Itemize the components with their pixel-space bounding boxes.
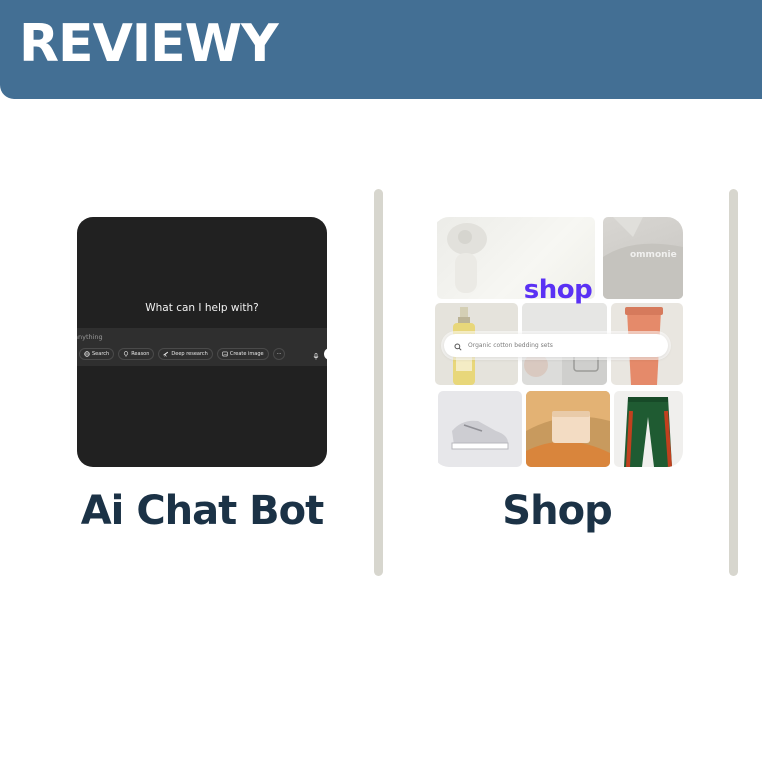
- brand-watermark-text: ommonie: [630, 250, 677, 260]
- header-banner: REVIEWY: [0, 0, 762, 99]
- reason-tool-label: Reason: [131, 351, 150, 357]
- brand-title: REVIEWY: [19, 14, 279, 74]
- send-button[interactable]: [324, 348, 327, 360]
- chat-tool-row: Search Reason Deep research Create image…: [79, 348, 286, 360]
- reason-tool-button[interactable]: Reason: [118, 348, 155, 360]
- deep-research-tool-label: Deep research: [171, 351, 208, 357]
- create-image-tool-label: Create image: [229, 351, 264, 357]
- image-icon: [222, 351, 228, 357]
- search-tool-button[interactable]: Search: [79, 348, 115, 360]
- product-tile-pants: [614, 391, 683, 467]
- search-icon: [454, 336, 462, 355]
- more-tools-button[interactable]: ···: [272, 348, 286, 360]
- product-tile-skincare: [526, 391, 610, 467]
- shop-search-placeholder: Organic cotton bedding sets: [468, 342, 553, 349]
- lightbulb-icon: [123, 351, 129, 357]
- shop-search-input[interactable]: Organic cotton bedding sets: [444, 334, 668, 357]
- create-image-tool-button[interactable]: Create image: [216, 348, 269, 360]
- ai-chat-preview-card[interactable]: What can I help with? anything Search Re…: [77, 217, 327, 467]
- telescope-icon: [163, 351, 169, 357]
- voice-input-button[interactable]: [310, 348, 322, 360]
- chat-composer[interactable]: anything Search Reason Deep research Cre…: [77, 328, 327, 366]
- microphone-icon: [313, 345, 319, 364]
- shop-preview-card[interactable]: ommonie shop Organic cotton bedding sets: [433, 217, 683, 467]
- globe-icon: [84, 351, 90, 357]
- search-tool-label: Search: [92, 351, 110, 357]
- product-tile-sneaker: [438, 391, 522, 467]
- chat-input-placeholder[interactable]: anything: [77, 333, 103, 341]
- divider-right: [729, 189, 738, 576]
- chat-heading: What can I help with?: [145, 302, 259, 314]
- shop-logo: shop: [523, 275, 593, 305]
- ai-chat-bot-label: Ai Chat Bot: [80, 488, 325, 534]
- shop-label: Shop: [502, 488, 612, 534]
- deep-research-tool-button[interactable]: Deep research: [158, 348, 213, 360]
- more-icon: ···: [276, 351, 282, 357]
- divider-left: [374, 189, 383, 576]
